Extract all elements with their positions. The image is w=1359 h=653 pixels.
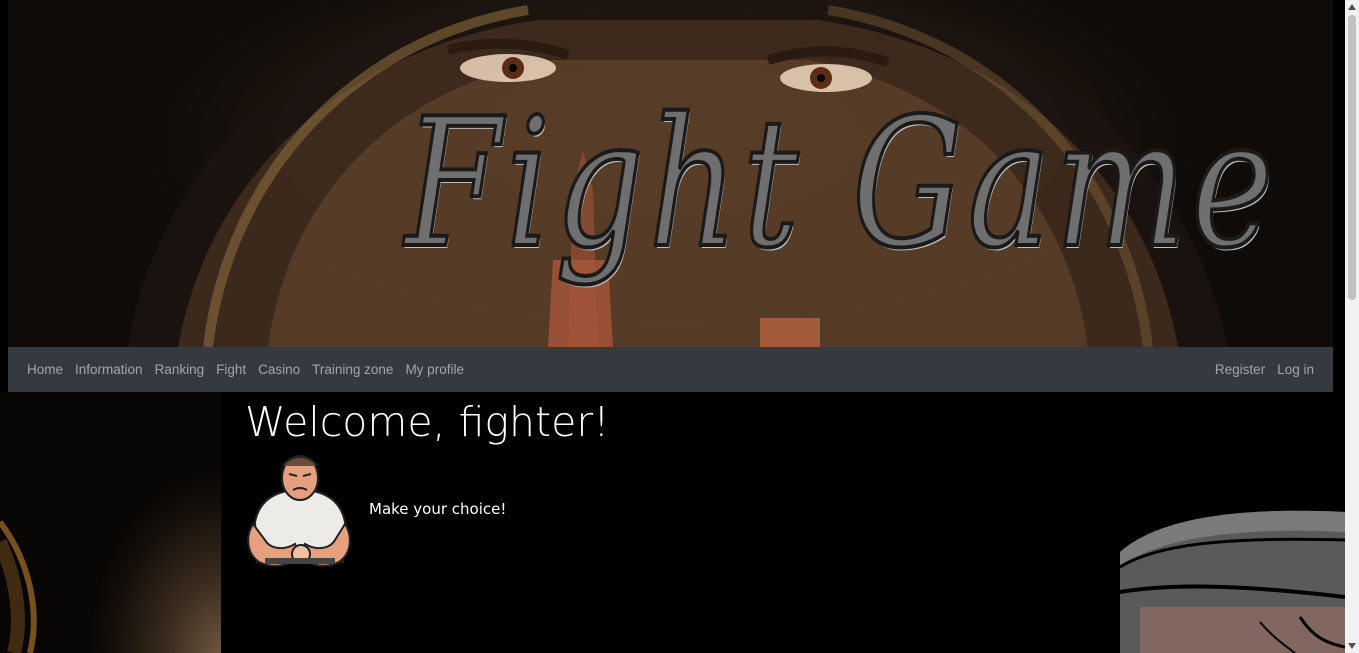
- nav-training-zone-link[interactable]: Training zone: [306, 362, 399, 377]
- nav-right-group: Register Log in: [1209, 362, 1333, 377]
- nav-login-link[interactable]: Log in: [1271, 362, 1320, 377]
- nav-information-link[interactable]: Information: [69, 362, 149, 377]
- nav-casino-link[interactable]: Casino: [252, 362, 306, 377]
- triangle-up-icon[interactable]: [1345, 0, 1359, 14]
- main-navbar: Home Information Ranking Fight Casino Tr…: [8, 347, 1333, 392]
- triangle-down-icon[interactable]: [1345, 639, 1359, 653]
- header-banner: Fight Game: [8, 0, 1333, 347]
- nav-left-group: Home Information Ranking Fight Casino Tr…: [8, 362, 470, 377]
- main-content: Welcome, fighter! Make your choice!: [221, 392, 1120, 653]
- nav-ranking-link[interactable]: Ranking: [149, 362, 211, 377]
- page: Fight Game Home Information Ranking Figh…: [0, 0, 1359, 653]
- nav-register-link[interactable]: Register: [1209, 362, 1271, 377]
- nav-fight-link[interactable]: Fight: [210, 362, 252, 377]
- cartoon-fighter-icon: [245, 452, 355, 572]
- nav-my-profile-link[interactable]: My profile: [399, 362, 470, 377]
- background-art-left: [0, 392, 221, 653]
- banner-title: Fight Game: [403, 80, 1279, 287]
- page-scrollbar[interactable]: [1345, 0, 1359, 653]
- welcome-heading: Welcome, fighter!: [245, 398, 610, 446]
- tagline-text: Make your choice!: [369, 500, 507, 518]
- scrollbar-thumb[interactable]: [1348, 15, 1356, 300]
- background-art-right: [1120, 392, 1345, 653]
- nav-home-link[interactable]: Home: [21, 362, 69, 377]
